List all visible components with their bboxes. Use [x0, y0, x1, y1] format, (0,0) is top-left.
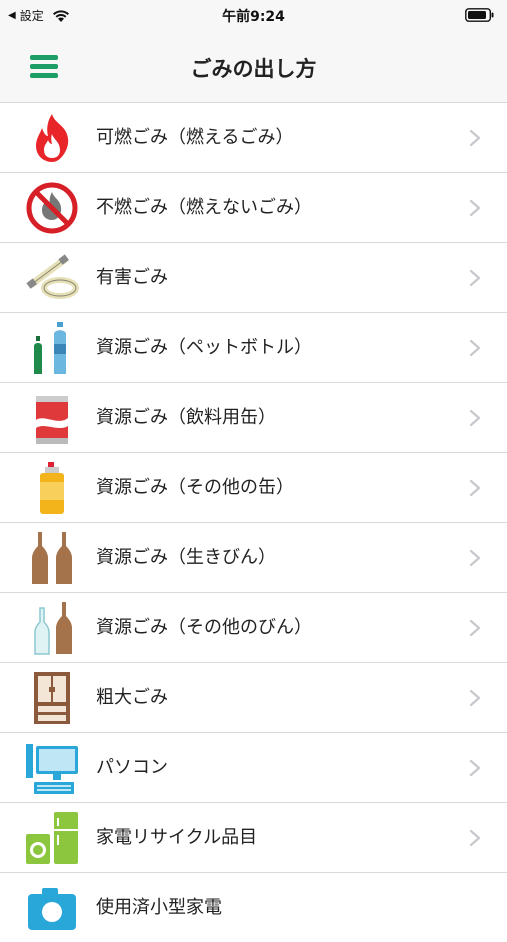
list-item-non-burnable[interactable]: 不燃ごみ（燃えないごみ） [0, 173, 507, 243]
list-item-other-bottles[interactable]: 資源ごみ（その他のびん） [0, 593, 507, 663]
camera-icon [28, 888, 76, 930]
list-item-pet-bottles[interactable]: 資源ごみ（ペットボトル） [0, 313, 507, 383]
chevron-right-icon [469, 129, 481, 147]
list-item-label: 不燃ごみ（燃えないごみ） [96, 197, 312, 218]
list-item-label: 有害ごみ [96, 267, 168, 288]
list-item-label: 資源ごみ（ペットボトル） [96, 337, 312, 358]
computer-icon [26, 744, 78, 794]
list-item-label: パソコン [96, 757, 168, 778]
non-burnable-icon [26, 182, 78, 234]
cabinet-icon [34, 672, 70, 724]
status-bar: ◀ 設定 午前9:24 [0, 0, 507, 30]
list-item-label: 資源ごみ（その他の缶） [96, 477, 294, 498]
other-bottle-icon [34, 602, 72, 655]
status-time: 午前9:24 [222, 9, 285, 25]
chevron-right-icon [469, 619, 481, 637]
list-item-oversized[interactable]: 粗大ごみ [0, 663, 507, 733]
list-item-small-appliances[interactable]: 使用済小型家電 [0, 873, 507, 930]
chevron-right-icon [469, 549, 481, 567]
list-item-label: 資源ごみ（飲料用缶） [96, 407, 276, 428]
page-title: ごみの出し方 [190, 57, 317, 81]
list-item-label: 家電リサイクル品目 [96, 827, 258, 848]
chevron-right-icon [469, 829, 481, 847]
pet-bottle-icon [34, 322, 66, 374]
chevron-right-icon [469, 199, 481, 217]
list-item-label: 粗大ごみ [96, 687, 168, 708]
fluorescent-tube-icon [26, 254, 79, 299]
burnable-fire-icon [36, 114, 69, 162]
chevron-right-icon [469, 479, 481, 497]
list-item-drink-cans[interactable]: 資源ごみ（飲料用缶） [0, 383, 507, 453]
garbage-category-list: 可燃ごみ（燃えるごみ） 不燃ごみ（燃えないごみ） 有害ごみ 資源ごみ（ペットボト… [0, 103, 507, 930]
chevron-right-icon [469, 759, 481, 777]
battery-icon [465, 8, 494, 22]
list-item-burnable[interactable]: 可燃ごみ（燃えるごみ） [0, 103, 507, 173]
list-item-label: 使用済小型家電 [96, 897, 222, 918]
list-item-label: 可燃ごみ（燃えるごみ） [96, 127, 294, 148]
list-item-hazardous[interactable]: 有害ごみ [0, 243, 507, 313]
navigation-bar: ごみの出し方 [0, 30, 507, 103]
list-item-other-cans[interactable]: 資源ごみ（その他の缶） [0, 453, 507, 523]
drink-can-icon [36, 396, 68, 444]
list-item-returnable-bottles[interactable]: 資源ごみ（生きびん） [0, 523, 507, 593]
list-item-label: 資源ごみ（その他のびん） [96, 617, 312, 638]
returnable-bottle-icon [32, 532, 72, 584]
chevron-right-icon [469, 689, 481, 707]
list-item-label: 資源ごみ（生きびん） [96, 547, 276, 568]
list-item-appliances[interactable]: 家電リサイクル品目 [0, 803, 507, 873]
chevron-right-icon [469, 339, 481, 357]
spray-can-icon [40, 462, 64, 514]
hamburger-menu-icon[interactable] [28, 52, 62, 82]
appliance-icon [26, 812, 78, 864]
list-item-computer[interactable]: パソコン [0, 733, 507, 803]
chevron-right-icon [469, 409, 481, 427]
chevron-right-icon [469, 269, 481, 287]
